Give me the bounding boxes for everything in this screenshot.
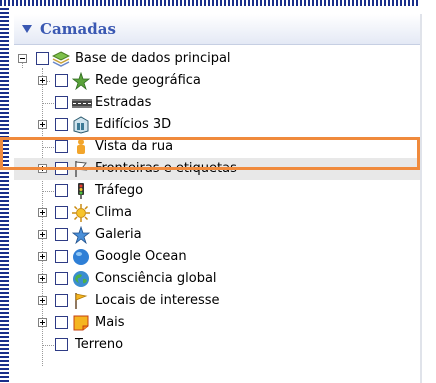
tree-row-terreno[interactable]: Terreno — [14, 334, 420, 356]
road-icon — [72, 94, 92, 112]
layer-checkbox[interactable] — [55, 96, 68, 109]
gallery-star-icon — [71, 225, 91, 245]
expand-toggle[interactable] — [38, 76, 47, 85]
tree-row-clima[interactable]: Clima — [14, 202, 420, 224]
expand-toggle[interactable] — [38, 296, 47, 305]
layer-checkbox[interactable] — [55, 228, 68, 241]
expand-toggle[interactable] — [38, 120, 47, 129]
star-globe-icon — [71, 71, 91, 91]
tree-row-rede-geografica[interactable]: Rede geográfica — [14, 70, 420, 92]
layer-checkbox[interactable] — [55, 74, 68, 87]
root-checkbox[interactable] — [36, 52, 49, 65]
tree-row-locais-de-interesse[interactable]: Locais de interesse — [14, 290, 420, 312]
expand-toggle[interactable] — [38, 274, 47, 283]
layer-checkbox[interactable] — [55, 316, 68, 329]
tree-row-edificios-3d[interactable]: Edifícios 3D — [14, 114, 420, 136]
tree-label: Edifícios 3D — [95, 117, 172, 132]
layers-stack-icon — [51, 50, 71, 68]
collapse-toggle[interactable] — [18, 54, 27, 63]
tree-label: Locais de interesse — [95, 293, 220, 308]
panel-header[interactable]: Camadas — [14, 14, 420, 45]
tree-row-trafego[interactable]: Tráfego — [14, 180, 420, 202]
tree-label: Clima — [95, 205, 132, 220]
layer-checkbox[interactable] — [55, 294, 68, 307]
sun-weather-icon — [72, 204, 90, 222]
collapse-arrow-icon[interactable] — [22, 24, 32, 34]
expand-toggle[interactable] — [38, 252, 47, 261]
layer-checkbox[interactable] — [55, 118, 68, 131]
layer-checkbox[interactable] — [55, 250, 68, 263]
tree-label: Galeria — [95, 227, 142, 242]
layer-checkbox[interactable] — [55, 206, 68, 219]
tree-label: Terreno — [75, 337, 124, 352]
tree-row-root[interactable]: Base de dados principal — [14, 48, 420, 70]
expand-toggle[interactable] — [38, 230, 47, 239]
tree-label: Tráfego — [95, 183, 144, 198]
expand-toggle[interactable] — [38, 208, 47, 217]
panel-title: Camadas — [40, 20, 116, 38]
dotted-top-edge — [0, 0, 420, 6]
layer-checkbox[interactable] — [55, 338, 68, 351]
layer-checkbox[interactable] — [55, 272, 68, 285]
tree-label: Base de dados principal — [75, 51, 231, 66]
flag-poi-icon — [72, 292, 90, 310]
tree-row-consciencia-global[interactable]: Consciência global — [14, 268, 420, 290]
layer-checkbox[interactable] — [55, 184, 68, 197]
ocean-globe-icon — [72, 248, 90, 266]
tree-label: Estradas — [95, 95, 152, 110]
tree-label: Rede geográfica — [95, 73, 201, 88]
tree-row-mais[interactable]: Mais — [14, 312, 420, 334]
global-awareness-globe-icon — [72, 270, 90, 288]
tree-row-google-ocean[interactable]: Google Ocean — [14, 246, 420, 268]
highlight-box — [0, 137, 420, 170]
layers-panel: Camadas Base de dados principal Rede geo… — [14, 14, 420, 383]
tree-row-estradas[interactable]: Estradas — [14, 92, 420, 114]
dotted-left-edge — [0, 0, 9, 383]
tree-label: Mais — [95, 315, 125, 330]
more-note-icon — [72, 314, 90, 332]
traffic-light-icon — [72, 182, 90, 200]
building-3d-icon — [72, 116, 90, 134]
expand-toggle[interactable] — [38, 318, 47, 327]
tree-label: Google Ocean — [95, 249, 187, 264]
tree-row-galeria[interactable]: Galeria — [14, 224, 420, 246]
tree-label: Consciência global — [95, 271, 217, 286]
panel-right-border — [420, 14, 422, 383]
